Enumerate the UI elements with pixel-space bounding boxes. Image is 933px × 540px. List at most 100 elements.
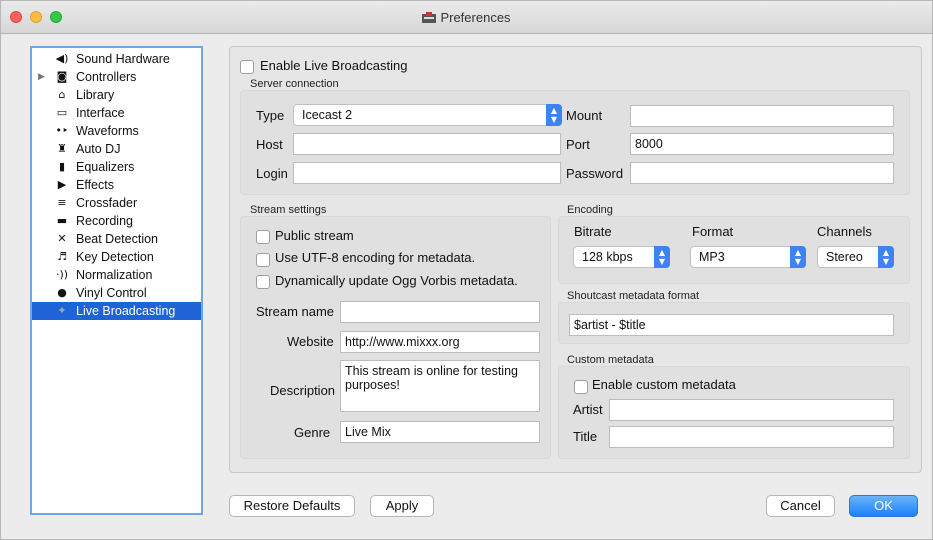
host-input[interactable]	[293, 133, 561, 155]
channels-label: Channels	[817, 224, 872, 239]
ok-button[interactable]: OK	[849, 495, 918, 517]
cancel-button[interactable]: Cancel	[766, 495, 835, 517]
speaker-icon: ◀)	[55, 52, 69, 65]
public-stream-checkbox[interactable]	[256, 230, 270, 244]
type-select[interactable]: Icecast 2 ▲ ▼	[293, 104, 562, 126]
select-stepper-icon: ▲ ▼	[654, 246, 670, 268]
sidebar-item-label: Beat Detection	[76, 232, 158, 246]
bitrate-select-value: 128 kbps	[582, 250, 633, 264]
normalization-icon: ·))	[55, 268, 69, 281]
sidebar-item-label: Crossfader	[76, 196, 138, 210]
stream-settings-group: Public stream Use UTF-8 encoding for met…	[240, 216, 551, 459]
sidebar-item-label: Key Detection	[76, 250, 154, 264]
bitrate-select[interactable]: 128 kbps ▲ ▼	[573, 246, 670, 268]
vinyl-icon: ●	[57, 286, 67, 299]
broadcast-icon: ✦	[57, 304, 67, 317]
sidebar-item-label: Library	[76, 88, 115, 102]
title-label: Title	[573, 429, 598, 444]
channels-select[interactable]: Stereo ▲ ▼	[817, 246, 894, 268]
password-label: Password	[566, 166, 624, 181]
live-broadcasting-panel: Enable Live Broadcasting Server connecti…	[229, 46, 922, 473]
shoutcast-format-input[interactable]: $artist - $title	[569, 314, 894, 336]
server-connection-group: Type Icecast 2 ▲ ▼ Mount Host Port 8000 L…	[240, 90, 910, 195]
restore-defaults-button[interactable]: Restore Defaults	[229, 495, 355, 517]
monitor-icon: ▭	[56, 106, 68, 119]
artist-label: Artist	[573, 402, 603, 417]
genre-label: Genre	[294, 425, 331, 440]
disclosure-arrow-icon[interactable]: ▶	[38, 68, 45, 86]
login-label: Login	[256, 166, 288, 181]
host-label: Host	[256, 137, 283, 152]
description-textarea[interactable]: This stream is online for testing purpos…	[340, 360, 540, 412]
shoutcast-metadata-title: Shoutcast metadata format	[567, 290, 700, 302]
enable-live-broadcasting-checkbox[interactable]	[240, 60, 254, 74]
utf8-encoding-label: Use UTF-8 encoding for metadata.	[275, 250, 476, 265]
port-input[interactable]: 8000	[630, 133, 894, 155]
sidebar-item-auto-dj[interactable]: ♜ Auto DJ	[32, 140, 201, 158]
enable-live-broadcasting-label: Enable Live Broadcasting	[260, 58, 408, 73]
channels-select-value: Stereo	[826, 250, 863, 264]
login-input[interactable]	[293, 162, 561, 184]
server-connection-title: Server connection	[250, 78, 339, 90]
type-select-value: Icecast 2	[302, 108, 353, 122]
title-input[interactable]	[609, 426, 894, 448]
mount-input[interactable]	[630, 105, 894, 127]
bitrate-label: Bitrate	[574, 224, 612, 239]
beat-detection-icon: ✕	[57, 232, 67, 245]
website-input[interactable]: http://www.mixxx.org	[340, 331, 540, 353]
website-label: Website	[287, 334, 334, 349]
apply-button[interactable]: Apply	[370, 495, 434, 517]
genre-input[interactable]: Live Mix	[340, 421, 540, 443]
enable-custom-metadata-label: Enable custom metadata	[592, 377, 736, 392]
utf8-encoding-checkbox[interactable]	[256, 253, 270, 267]
sidebar-item-crossfader[interactable]: ≡ Crossfader	[32, 194, 201, 212]
sidebar-item-recording[interactable]: ▬ Recording	[32, 212, 201, 230]
sidebar-item-equalizers[interactable]: ▮ Equalizers	[32, 158, 201, 176]
controller-icon: ◙	[56, 70, 68, 83]
sidebar-item-effects[interactable]: ▶ Effects	[32, 176, 201, 194]
preferences-sidebar: ◀) Sound Hardware ▶ ◙ Controllers ⌂ Libr…	[30, 46, 203, 515]
key-detection-icon: ♬	[57, 250, 67, 263]
sidebar-item-key-detection[interactable]: ♬ Key Detection	[32, 248, 201, 266]
ogg-metadata-checkbox[interactable]	[256, 275, 270, 289]
encoding-title: Encoding	[567, 204, 613, 216]
preferences-window: Preferences ◀) Sound Hardware ▶ ◙ Contro…	[0, 0, 933, 540]
equalizer-icon: ▮	[58, 160, 66, 173]
sidebar-item-vinyl-control[interactable]: ● Vinyl Control	[32, 284, 201, 302]
preferences-icon	[422, 11, 437, 23]
sidebar-item-label: Normalization	[76, 268, 153, 282]
shoutcast-metadata-group: $artist - $title	[558, 302, 910, 344]
select-stepper-icon: ▲ ▼	[790, 246, 806, 268]
crossfader-icon: ≡	[57, 196, 67, 209]
artist-input[interactable]	[609, 399, 894, 421]
sidebar-item-controllers[interactable]: ▶ ◙ Controllers	[32, 68, 201, 86]
stream-name-input[interactable]	[340, 301, 540, 323]
port-label: Port	[566, 137, 590, 152]
library-icon: ⌂	[58, 88, 66, 101]
title-bar[interactable]: Preferences	[1, 1, 932, 34]
sidebar-item-interface[interactable]: ▭ Interface	[32, 104, 201, 122]
enable-custom-metadata-checkbox[interactable]	[574, 380, 588, 394]
stream-settings-title: Stream settings	[250, 204, 327, 216]
password-input[interactable]	[630, 162, 894, 184]
sidebar-item-label: Live Broadcasting	[76, 304, 176, 318]
format-select[interactable]: MP3 ▲ ▼	[690, 246, 806, 268]
sidebar-item-label: Waveforms	[76, 124, 139, 138]
sidebar-item-normalization[interactable]: ·)) Normalization	[32, 266, 201, 284]
format-label: Format	[692, 224, 734, 239]
sidebar-item-label: Auto DJ	[76, 142, 121, 156]
sidebar-item-library[interactable]: ⌂ Library	[32, 86, 201, 104]
encoding-group: Bitrate 128 kbps ▲ ▼ Format MP3 ▲ ▼ Channe…	[558, 216, 910, 284]
description-label: Description	[270, 383, 336, 398]
sidebar-item-label: Vinyl Control	[76, 286, 147, 300]
format-select-value: MP3	[699, 250, 725, 264]
sidebar-item-label: Recording	[76, 214, 133, 228]
sidebar-item-waveforms[interactable]: •‣ Waveforms	[32, 122, 201, 140]
sidebar-item-sound-hardware[interactable]: ◀) Sound Hardware	[32, 50, 201, 68]
sidebar-item-label: Effects	[76, 178, 114, 192]
sidebar-item-live-broadcasting[interactable]: ✦ Live Broadcasting	[32, 302, 201, 320]
ogg-metadata-label: Dynamically update Ogg Vorbis metadata.	[275, 273, 518, 288]
effects-icon: ▶	[57, 178, 67, 191]
sidebar-item-beat-detection[interactable]: ✕ Beat Detection	[32, 230, 201, 248]
custom-metadata-group: Enable custom metadata Artist Title	[558, 366, 910, 459]
